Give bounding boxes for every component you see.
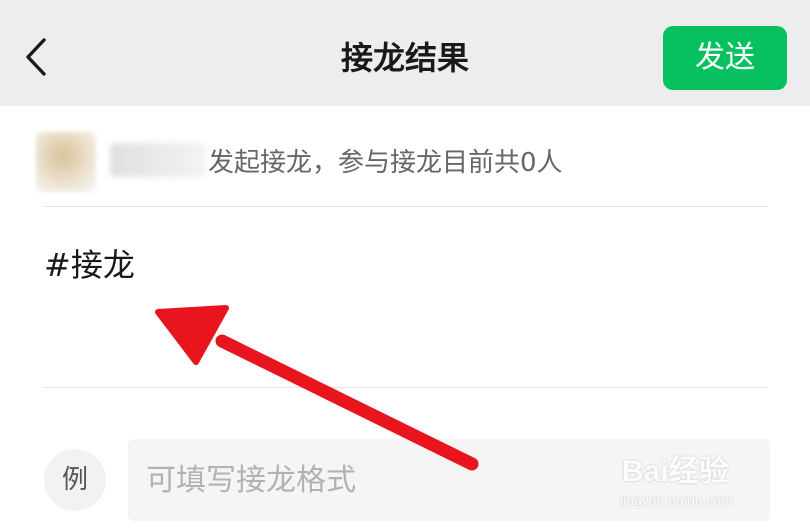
solitaire-content[interactable]: #接龙 [44, 240, 135, 286]
blurred-username [110, 143, 206, 177]
back-button[interactable] [14, 32, 58, 82]
divider-bottom [44, 387, 768, 388]
participation-summary: 发起接龙，参与接龙目前共0人 [208, 147, 563, 178]
chevron-left-icon [26, 38, 46, 76]
initiator-row: 发起接龙，参与接龙目前共0人 [36, 128, 563, 192]
avatar [36, 132, 96, 192]
format-input[interactable] [128, 439, 770, 521]
example-badge[interactable]: 例 [44, 449, 106, 511]
divider-top [44, 206, 768, 207]
send-button[interactable]: 发送 [663, 26, 787, 90]
top-bar: 接龙结果 发送 [0, 0, 810, 106]
